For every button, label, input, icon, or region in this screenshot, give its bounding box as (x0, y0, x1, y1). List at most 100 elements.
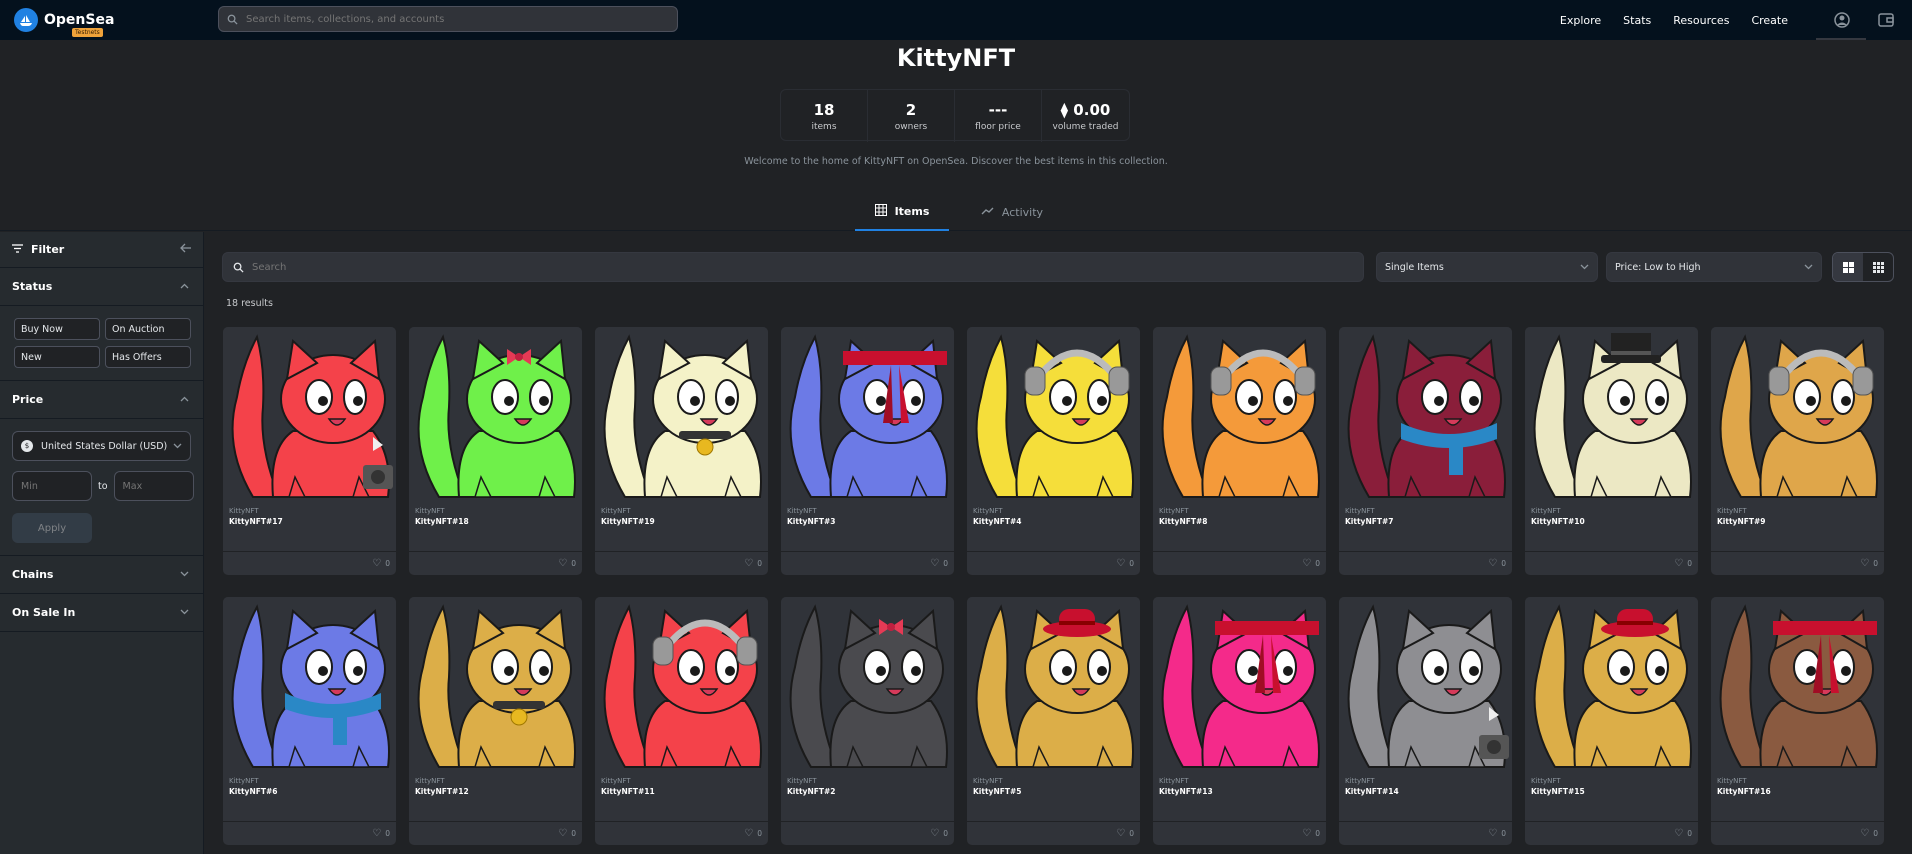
stat-volume-traded[interactable]: ⧫ 0.00 volume traded (1042, 90, 1129, 142)
sort-select[interactable]: Price: Low to High (1606, 252, 1822, 282)
heart-icon[interactable]: ♡ (930, 828, 939, 839)
status-has-offers[interactable]: Has Offers (105, 346, 191, 368)
nft-image[interactable] (595, 327, 768, 503)
heart-icon[interactable]: ♡ (558, 828, 567, 839)
nav-resources[interactable]: Resources (1673, 14, 1729, 27)
filter-header[interactable]: Filter (0, 232, 203, 268)
nft-card[interactable]: KittyNFT KittyNFT#6 ♡ 0 (222, 596, 397, 846)
global-search[interactable] (218, 6, 678, 32)
stat-items[interactable]: 18 items (781, 90, 868, 142)
nft-card[interactable]: KittyNFT KittyNFT#5 ♡ 0 (966, 596, 1141, 846)
nft-card[interactable]: KittyNFT KittyNFT#13 ♡ 0 (1152, 596, 1327, 846)
card-footer: ♡ 0 (781, 551, 954, 575)
status-buy-now[interactable]: Buy Now (14, 318, 100, 340)
nft-image[interactable] (1525, 327, 1698, 503)
nft-card[interactable]: KittyNFT KittyNFT#2 ♡ 0 (780, 596, 955, 846)
items-search[interactable] (222, 252, 1364, 282)
nav-create[interactable]: Create (1751, 14, 1788, 27)
heart-icon[interactable]: ♡ (1860, 558, 1869, 569)
tab-items[interactable]: Items (855, 193, 949, 231)
currency-select[interactable]: $ United States Dollar (USD) (12, 431, 191, 461)
status-options: Buy Now On Auction New Has Offers (0, 306, 203, 381)
nft-card[interactable]: KittyNFT KittyNFT#11 ♡ 0 (594, 596, 769, 846)
tab-activity[interactable]: Activity (962, 193, 1062, 231)
items-search-input[interactable] (252, 261, 1252, 273)
heart-icon[interactable]: ♡ (1302, 828, 1311, 839)
nft-image[interactable] (1339, 327, 1512, 503)
nft-card[interactable]: KittyNFT KittyNFT#18 ♡ 0 (408, 326, 583, 576)
card-title: KittyNFT#17 (229, 517, 283, 526)
nav-stats[interactable]: Stats (1623, 14, 1651, 27)
chains-section-header[interactable]: Chains (0, 556, 203, 594)
nft-card[interactable]: KittyNFT KittyNFT#7 ♡ 0 (1338, 326, 1513, 576)
nft-card[interactable]: KittyNFT KittyNFT#10 ♡ 0 (1524, 326, 1699, 576)
nft-image[interactable] (595, 597, 768, 773)
heart-icon[interactable]: ♡ (372, 828, 381, 839)
nft-card[interactable]: KittyNFT KittyNFT#15 ♡ 0 (1524, 596, 1699, 846)
status-new[interactable]: New (14, 346, 100, 368)
heart-icon[interactable]: ♡ (372, 558, 381, 569)
heart-icon[interactable]: ♡ (558, 558, 567, 569)
like-count: 0 (1315, 559, 1320, 568)
nft-image[interactable] (1711, 327, 1884, 503)
collection-title: KittyNFT (896, 44, 1016, 72)
nft-image[interactable] (409, 597, 582, 773)
profile-icon[interactable] (1832, 10, 1852, 30)
card-title: KittyNFT#5 (973, 787, 1022, 796)
nft-image[interactable] (223, 327, 396, 503)
item-type-select[interactable]: Single Items (1376, 252, 1598, 282)
heart-icon[interactable]: ♡ (1302, 558, 1311, 569)
min-price-input[interactable] (12, 471, 92, 501)
stat-label: volume traded (1052, 121, 1119, 132)
heart-icon[interactable]: ♡ (1674, 558, 1683, 569)
nft-image[interactable] (1525, 597, 1698, 773)
nav-explore[interactable]: Explore (1560, 14, 1601, 27)
nft-image[interactable] (967, 597, 1140, 773)
status-section-header[interactable]: Status (0, 268, 203, 306)
nft-card[interactable]: KittyNFT KittyNFT#17 ♡ 0 (222, 326, 397, 576)
nft-card[interactable]: KittyNFT KittyNFT#16 ♡ 0 (1710, 596, 1885, 846)
collapse-arrow-icon[interactable] (180, 243, 191, 256)
large-grid-button[interactable] (1833, 253, 1863, 281)
heart-icon[interactable]: ♡ (1860, 828, 1869, 839)
price-section-header[interactable]: Price (0, 381, 203, 419)
nft-card[interactable]: KittyNFT KittyNFT#12 ♡ 0 (408, 596, 583, 846)
wallet-icon[interactable] (1876, 10, 1896, 30)
small-grid-button[interactable] (1863, 253, 1893, 281)
status-on-auction[interactable]: On Auction (105, 318, 191, 340)
card-footer: ♡ 0 (1339, 821, 1512, 845)
nft-image[interactable] (967, 327, 1140, 503)
card-collection: KittyNFT (1159, 777, 1189, 785)
nft-image[interactable] (1153, 597, 1326, 773)
heart-icon[interactable]: ♡ (1116, 828, 1125, 839)
nft-card[interactable]: KittyNFT KittyNFT#19 ♡ 0 (594, 326, 769, 576)
nft-image[interactable] (1711, 597, 1884, 773)
heart-icon[interactable]: ♡ (1488, 828, 1497, 839)
max-price-input[interactable] (113, 471, 194, 501)
stat-floor-price[interactable]: --- floor price (955, 90, 1042, 142)
stat-value: --- (988, 100, 1008, 119)
heart-icon[interactable]: ♡ (744, 828, 753, 839)
nft-image[interactable] (781, 327, 954, 503)
on-sale-in-section-header[interactable]: On Sale In (0, 594, 203, 632)
apply-button[interactable]: Apply (12, 513, 92, 543)
heart-icon[interactable]: ♡ (744, 558, 753, 569)
heart-icon[interactable]: ♡ (1488, 558, 1497, 569)
nft-image[interactable] (1339, 597, 1512, 773)
nft-card[interactable]: KittyNFT KittyNFT#3 ♡ 0 (780, 326, 955, 576)
nft-image[interactable] (409, 327, 582, 503)
nft-image[interactable] (781, 597, 954, 773)
global-search-input[interactable] (246, 13, 646, 25)
heart-icon[interactable]: ♡ (1674, 828, 1683, 839)
stat-owners[interactable]: 2 owners (868, 90, 955, 142)
nft-card[interactable]: KittyNFT KittyNFT#14 ♡ 0 (1338, 596, 1513, 846)
nft-card[interactable]: KittyNFT KittyNFT#9 ♡ 0 (1710, 326, 1885, 576)
heart-icon[interactable]: ♡ (1116, 558, 1125, 569)
card-info: KittyNFT KittyNFT#12 (409, 773, 582, 800)
heart-icon[interactable]: ♡ (930, 558, 939, 569)
nft-image[interactable] (1153, 327, 1326, 503)
nft-card[interactable]: KittyNFT KittyNFT#4 ♡ 0 (966, 326, 1141, 576)
nft-card[interactable]: KittyNFT KittyNFT#8 ♡ 0 (1152, 326, 1327, 576)
nft-image[interactable] (223, 597, 396, 773)
stat-label: items (811, 121, 837, 132)
